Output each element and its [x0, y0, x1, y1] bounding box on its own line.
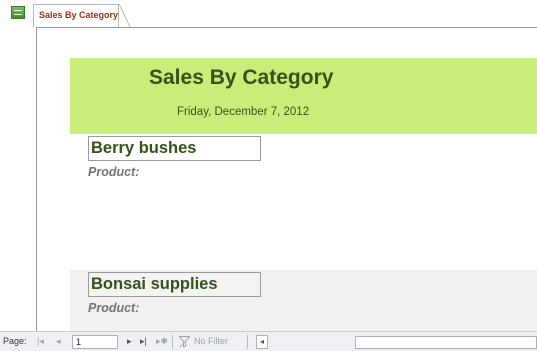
separator [172, 335, 173, 349]
page-border-left [36, 27, 37, 332]
scroll-left-icon[interactable]: ◂ [256, 335, 268, 349]
tab-label: Sales By Category [39, 10, 119, 20]
document-tab-strip: Sales By Category [0, 0, 537, 28]
report-margin [0, 27, 36, 332]
product-field-label: Product: [88, 165, 140, 179]
product-field-label: Product: [88, 301, 140, 315]
category-name-box: Bonsai supplies [88, 272, 261, 297]
record-navigation-bar: Page: |◂ ◂ ▸ ▸| ▸✱ No Filter ◂ [0, 331, 537, 351]
category-name: Berry bushes [91, 139, 197, 157]
no-filter-label[interactable]: No Filter [194, 336, 228, 346]
tab-edge [118, 3, 131, 28]
report-date: Friday, December 7, 2012 [177, 106, 310, 118]
report-title: Sales By Category [149, 66, 334, 89]
last-record-icon[interactable]: ▸| [140, 336, 147, 347]
previous-record-icon[interactable]: ◂ [56, 336, 61, 347]
first-record-icon[interactable]: |◂ [37, 336, 44, 347]
no-filter-icon[interactable] [179, 336, 190, 348]
next-record-icon[interactable]: ▸ [127, 336, 132, 347]
group-section-bonsai-supplies: Bonsai supplies Product: [70, 270, 537, 331]
horizontal-scrollbar[interactable] [355, 336, 537, 349]
category-name: Bonsai supplies [91, 275, 218, 293]
category-name-box: Berry bushes [88, 136, 261, 161]
tab-sales-by-category[interactable]: Sales By Category [33, 4, 119, 27]
report-icon[interactable] [11, 6, 25, 19]
new-record-icon[interactable]: ▸✱ [156, 336, 168, 347]
report-header: Sales By Category Friday, December 7, 20… [70, 58, 537, 134]
current-page-input[interactable] [72, 335, 118, 349]
separator [247, 335, 248, 349]
page-label: Page: [3, 336, 27, 346]
page-border-top [36, 27, 537, 28]
group-section-berry-bushes: Berry bushes Product: [70, 136, 537, 198]
